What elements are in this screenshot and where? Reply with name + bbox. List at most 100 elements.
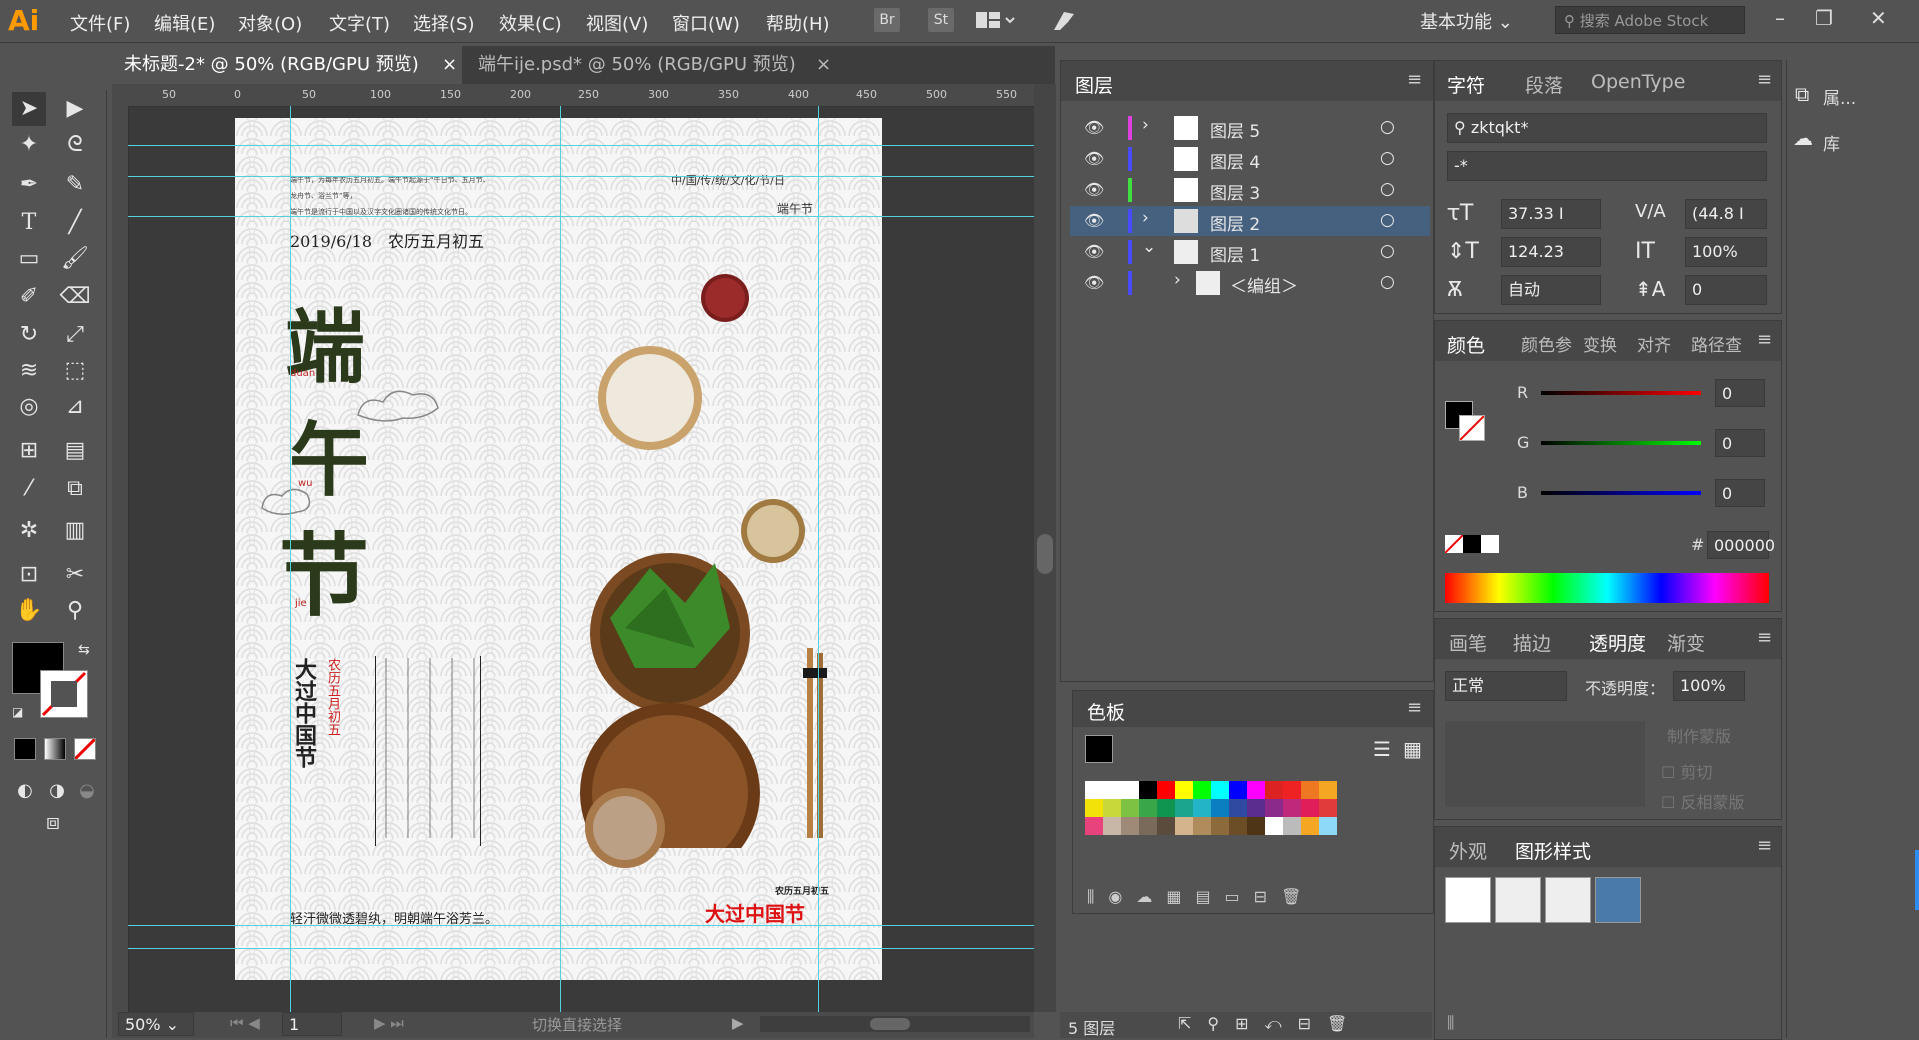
target-icon[interactable]: ○ (1380, 210, 1395, 230)
canvas-vertical-scrollbar[interactable] (1034, 84, 1056, 1012)
menu-window[interactable]: 窗口(W) (672, 10, 740, 36)
target-icon[interactable]: ○ (1380, 272, 1395, 292)
menu-help[interactable]: 帮助(H) (766, 10, 830, 36)
tab-transparency[interactable]: 透明度 (1589, 629, 1646, 656)
artboard[interactable]: 端午节，为每年农历五月初五。端午节起源于“午日节、五月节、 龙舟节、浴兰节”等，… (235, 118, 882, 980)
tracking-field[interactable]: 自动 (1501, 275, 1601, 305)
workspace-switcher[interactable]: 基本功能 ⌄ (1420, 8, 1513, 34)
properties-panel-button[interactable]: 属... (1823, 84, 1856, 109)
scale-tool-icon[interactable]: ⤢ (58, 318, 92, 352)
minimize-icon[interactable]: – (1775, 6, 1785, 30)
color-swatch[interactable] (1211, 781, 1229, 799)
red-value-field[interactable]: 0 (1715, 379, 1765, 407)
menu-edit[interactable]: 编辑(E) (154, 10, 215, 36)
color-swatch[interactable] (1175, 817, 1193, 835)
menu-file[interactable]: 文件(F) (70, 10, 130, 36)
eye-icon[interactable]: 👁 (1084, 242, 1104, 261)
graphic-style-default[interactable] (1445, 877, 1491, 923)
screen-mode-icon[interactable]: ⧈ (36, 806, 70, 840)
color-swatch[interactable] (1229, 817, 1247, 835)
list-view-icon[interactable]: ☰ (1373, 737, 1391, 761)
tab-color-guide[interactable]: 颜色参 (1521, 331, 1572, 356)
draw-behind-icon[interactable]: ◑ (40, 774, 74, 808)
tab-character[interactable]: 字符 (1447, 71, 1485, 98)
panel-menu-icon[interactable]: ≡ (1757, 835, 1772, 856)
green-value-field[interactable]: 0 (1715, 429, 1765, 457)
tab-pathfinder[interactable]: 路径查 (1691, 331, 1742, 356)
close-icon[interactable]: × (816, 46, 831, 84)
font-style-select[interactable]: -* (1447, 151, 1767, 181)
shape-builder-tool-icon[interactable]: ◎ (12, 390, 46, 424)
gradient-tool-icon[interactable]: ▤ (58, 434, 92, 468)
free-transform-tool-icon[interactable]: ⬚ (58, 354, 92, 388)
selection-tool-icon[interactable]: ➤ (12, 92, 46, 126)
color-swatch[interactable] (1085, 781, 1103, 799)
color-swatch[interactable] (1175, 781, 1193, 799)
layer-row-selected[interactable]: 👁 › 图层 2 ○ (1070, 206, 1430, 236)
color-swatch[interactable] (1211, 799, 1229, 817)
lasso-tool-icon[interactable]: ᘓ (58, 128, 92, 162)
font-family-select[interactable]: ⚲ zktqkt* (1447, 113, 1767, 143)
tab-brushes[interactable]: 画笔 (1449, 629, 1487, 656)
tab-stroke[interactable]: 描边 (1513, 629, 1551, 656)
draw-normal-icon[interactable]: ◐ (8, 774, 42, 808)
bridge-icon[interactable]: Br (874, 8, 900, 32)
close-icon[interactable]: × (442, 46, 457, 84)
panel-menu-icon[interactable]: ≡ (1757, 329, 1772, 350)
none-mode-icon[interactable] (73, 737, 97, 761)
leading-field[interactable]: 124.23 (1501, 237, 1601, 267)
eraser-tool-icon[interactable]: ⌫ (58, 280, 92, 314)
layer-row[interactable]: 👁 图层 3 ○ (1070, 175, 1430, 205)
make-mask-button[interactable]: 制作蒙版 (1667, 723, 1731, 747)
layer-name[interactable]: 图层 3 (1210, 179, 1260, 204)
libraries-panel-button[interactable]: 库 (1823, 130, 1840, 155)
artboard-number-select[interactable]: 1 (282, 1012, 342, 1036)
current-fill-swatch[interactable] (1085, 735, 1113, 763)
layer-row[interactable]: 👁 ⌄ 图层 1 ○ (1070, 237, 1430, 267)
perspective-grid-tool-icon[interactable]: ⊿ (58, 390, 92, 424)
close-window-icon[interactable]: ✕ (1870, 6, 1887, 30)
eye-icon[interactable]: 👁 (1084, 180, 1104, 199)
color-stroke-swatch[interactable] (1459, 415, 1485, 441)
color-swatch[interactable] (1247, 799, 1265, 817)
color-swatch[interactable] (1247, 817, 1265, 835)
blend-mode-select[interactable]: 正常 (1445, 671, 1567, 701)
guide-horizontal[interactable] (128, 216, 1034, 217)
color-swatch[interactable] (1265, 817, 1283, 835)
guide-horizontal[interactable] (128, 145, 1034, 146)
color-swatch[interactable] (1139, 799, 1157, 817)
slider-green[interactable] (1541, 441, 1701, 445)
tab-transform[interactable]: 变换 (1583, 331, 1617, 356)
layer-name[interactable]: 图层 4 (1210, 148, 1260, 173)
color-swatch[interactable] (1229, 781, 1247, 799)
magic-wand-tool-icon[interactable]: ✦ (12, 128, 46, 162)
layer-name[interactable]: 图层 2 (1210, 210, 1260, 235)
stock-icon[interactable]: St (928, 8, 954, 32)
artboard-tool-icon[interactable]: ⊡ (12, 558, 46, 592)
tab-align[interactable]: 对齐 (1637, 331, 1671, 356)
arrange-documents-icon[interactable] (976, 10, 1015, 30)
collapse-icon[interactable]: ⌄ (1142, 237, 1156, 257)
menu-effect[interactable]: 效果(C) (499, 10, 562, 36)
color-swatch[interactable] (1193, 781, 1211, 799)
menu-type[interactable]: 文字(T) (329, 10, 390, 36)
color-swatch[interactable] (1193, 799, 1211, 817)
color-swatch[interactable] (1265, 781, 1283, 799)
zoom-level-select[interactable]: 50% ⌄ (118, 1012, 194, 1036)
target-icon[interactable]: ○ (1380, 148, 1395, 168)
color-swatch[interactable] (1157, 817, 1175, 835)
graphic-styles-library-icon[interactable]: ⫼ (1447, 1013, 1454, 1033)
cc-libraries-icon[interactable]: ☁ (1793, 126, 1813, 150)
color-swatch[interactable] (1319, 781, 1337, 799)
baseline-shift-field[interactable]: 0 (1685, 275, 1767, 305)
menu-select[interactable]: 选择(S) (413, 10, 474, 36)
properties-icon[interactable]: ⧉ (1795, 82, 1809, 106)
eye-icon[interactable]: 👁 (1084, 211, 1104, 230)
stock-search-input[interactable]: ⚲ 搜索 Adobe Stock (1555, 6, 1745, 34)
slider-blue[interactable] (1541, 491, 1701, 495)
color-mode-icon[interactable] (14, 738, 36, 760)
menu-view[interactable]: 视图(V) (586, 10, 648, 36)
scroll-thumb[interactable] (870, 1018, 910, 1030)
curvature-tool-icon[interactable]: ✎ (58, 168, 92, 202)
color-swatch[interactable] (1301, 817, 1319, 835)
